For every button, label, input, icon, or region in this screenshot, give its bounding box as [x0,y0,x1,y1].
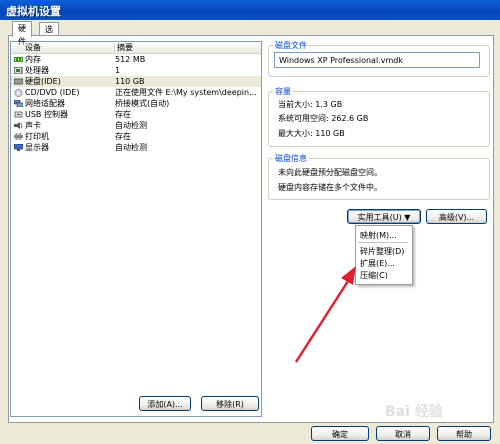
help-button[interactable]: 帮助 [437,426,491,441]
utilities-menu: 映射(M)... 碎片整理(D) 扩展(E)... 压缩(C) [355,225,413,285]
printer-icon [14,132,23,141]
memory-icon [14,56,23,63]
network-adapter-icon [13,99,24,108]
max-size-text: 最大大小: 110 GB [278,129,345,138]
advanced-button[interactable]: 高级(V)... [426,209,487,224]
device-summary: 512 MB [115,55,146,64]
device-name: 显示器 [25,143,49,152]
device-name: 网络适配器 [25,99,65,108]
device-summary: 存在 [115,110,131,119]
device-row-sound-card[interactable]: 声卡 自动检测 [11,120,261,131]
column-header-summary[interactable]: 摘要 [117,42,133,53]
processor-icon [13,66,23,75]
cd-dvd-icon [14,89,23,97]
menu-item-expand[interactable]: 扩展(E)... [360,258,395,269]
capacity-legend: 容量 [273,86,293,97]
device-summary: 1 [115,66,121,75]
utilities-button[interactable]: 实用工具(U) ▼ [347,209,421,224]
current-size-text: 当前大小: 1.3 GB [278,100,343,109]
device-summary: 自动检测 [115,143,147,152]
menu-item-compress[interactable]: 压缩(C) [360,270,388,281]
tab-options[interactable]: 选项 [39,22,59,47]
device-row-hard-disk[interactable]: 硬盘(IDE) 110 GB [11,76,261,87]
ok-button[interactable]: 确定 [311,426,369,441]
device-row-usb-controller[interactable]: USB 控制器 存在 [11,109,261,120]
device-row-memory[interactable]: 内存 512 MB [11,54,261,65]
device-summary: 正在使用文件 E:\My system\deepin... [115,88,257,97]
menu-item-map[interactable]: 映射(M)... [360,230,397,241]
title-bar[interactable]: 虚拟机设置 [0,0,500,20]
watermark: Bai 经验 [385,404,443,420]
device-name: 内存 [25,55,41,64]
menu-item-defragment[interactable]: 碎片整理(D) [360,246,404,257]
remove-device-button[interactable]: 移除(R) [201,396,259,411]
column-header-device[interactable]: 设备 [25,42,41,53]
tab-hardware[interactable]: 硬件 [12,21,32,46]
device-row-processor[interactable]: 处理器 1 [11,65,261,76]
device-row-network-adapter[interactable]: 网络适配器 桥接模式(自动) [11,98,261,109]
window-title: 虚拟机设置 [6,5,61,18]
display-icon [13,143,24,151]
device-name: USB 控制器 [25,110,68,119]
add-device-button[interactable]: 添加(A)... [139,396,191,411]
disk-info-legend: 磁盘信息 [273,153,309,164]
device-row-printer[interactable]: 打印机 存在 [11,131,261,142]
sound-card-icon [14,122,23,129]
disk-file-field[interactable]: Windows XP Professional.vmdk [274,52,480,68]
device-summary: 桥接模式(自动) [115,99,170,108]
usb-icon [14,111,23,118]
device-row-display[interactable]: 显示器 自动检测 [11,142,261,153]
device-name: 声卡 [25,121,41,130]
device-row-cd-dvd[interactable]: CD/DVD (IDE) 正在使用文件 E:\My system\deepin.… [11,87,261,98]
device-name: 硬盘(IDE) [25,77,61,86]
available-space-text: 系统可用空间: 262.6 GB [278,114,369,123]
device-summary: 110 GB [115,77,145,86]
device-list-header: 设备 摘要 [11,42,261,54]
disk-info-line1: 未向此硬盘预分配磁盘空间。 [278,168,382,177]
column-divider[interactable] [114,43,115,52]
disk-info-line2: 硬盘内容存储在多个文件中。 [278,183,382,192]
cancel-button[interactable]: 取消 [376,426,430,441]
device-name: 打印机 [25,132,49,141]
device-summary: 自动检测 [115,121,147,130]
device-name: 处理器 [25,66,49,75]
device-summary: 存在 [115,132,131,141]
vm-settings-window: 虚拟机设置 硬件 选项 设备 摘要 内存 512 MB 处理器 1 硬盘(IDE… [0,0,500,444]
menu-separator [358,242,408,243]
device-name: CD/DVD (IDE) [25,88,80,97]
hard-disk-icon [13,78,24,85]
device-list[interactable]: 设备 摘要 内存 512 MB 处理器 1 硬盘(IDE) 110 GB CD/… [10,41,262,417]
disk-file-legend: 磁盘文件 [273,40,309,51]
disk-info-group: 磁盘信息 [268,153,490,200]
